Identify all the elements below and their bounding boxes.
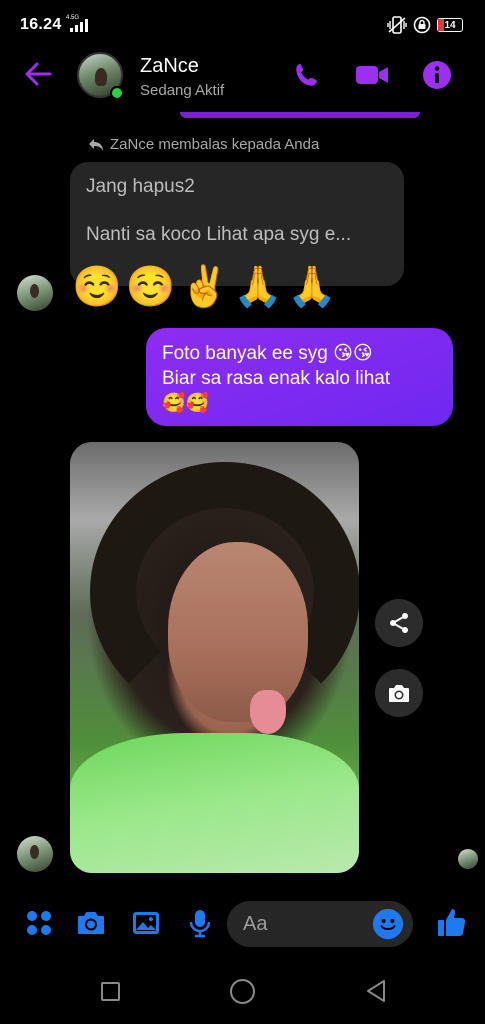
share-button[interactable]	[375, 599, 423, 647]
battery-level: 14	[444, 19, 456, 31]
camera-icon[interactable]	[76, 908, 106, 938]
home-button[interactable]	[230, 979, 255, 1004]
photo-message[interactable]	[70, 442, 359, 873]
contact-name[interactable]: ZaNce	[140, 55, 199, 78]
photo-face	[168, 542, 308, 722]
emoji-icon[interactable]	[373, 909, 403, 939]
previous-message-edge	[180, 112, 420, 118]
video-icon[interactable]	[355, 60, 389, 90]
online-status-dot	[110, 86, 124, 100]
chat-header	[0, 50, 485, 106]
sender-avatar[interactable]	[17, 836, 53, 872]
like-icon[interactable]	[436, 906, 468, 938]
outgoing-line-1: Foto banyak ee syg 😘😘	[162, 343, 373, 364]
reply-icon	[89, 138, 103, 151]
signal-icon	[70, 19, 88, 32]
status-bar: 16.24 4.5G 14	[0, 0, 485, 50]
photo-tongue	[250, 690, 286, 734]
seen-receipt-avatar	[458, 849, 478, 869]
outgoing-message-bubble[interactable]: Foto banyak ee syg 😘😘 Biar sa rasa enak …	[146, 328, 453, 426]
back-arrow-icon[interactable]	[22, 58, 54, 90]
vibrate-icon	[387, 16, 407, 34]
nav-back-icon[interactable]	[364, 978, 388, 1004]
save-photo-button[interactable]	[375, 669, 423, 717]
status-time: 16.24	[20, 16, 62, 33]
quoted-line-1: Jang hapus2	[86, 176, 195, 197]
sender-avatar[interactable]	[17, 275, 53, 311]
reply-label: ZaNce membalas kepada Anda	[88, 136, 319, 153]
reply-label-text: ZaNce membalas kepada Anda	[110, 136, 320, 153]
camera-icon	[389, 685, 409, 702]
phone-icon[interactable]	[292, 60, 322, 90]
share-icon	[390, 613, 408, 633]
battery-icon: 14	[437, 18, 463, 32]
recent-apps-button[interactable]	[101, 982, 120, 1001]
contact-active-status: Sedang Aktif	[140, 82, 225, 99]
outgoing-line-3: 🥰🥰	[162, 393, 210, 414]
status-icons: 14	[387, 15, 463, 35]
info-icon[interactable]	[422, 60, 452, 90]
mic-icon[interactable]	[185, 908, 215, 938]
outgoing-line-2: Biar sa rasa enak kalo lihat	[162, 368, 391, 389]
alarm-lock-icon	[413, 16, 431, 34]
quoted-line-2: Nanti sa koco Lihat apa syg e...	[86, 224, 352, 245]
gallery-icon[interactable]	[131, 908, 161, 938]
apps-icon[interactable]	[24, 908, 54, 938]
message-input-placeholder: Aa	[243, 913, 268, 935]
photo-shirt	[70, 733, 359, 873]
emoji-reply-message[interactable]: ☺️☺️✌️🙏🙏	[72, 262, 341, 312]
